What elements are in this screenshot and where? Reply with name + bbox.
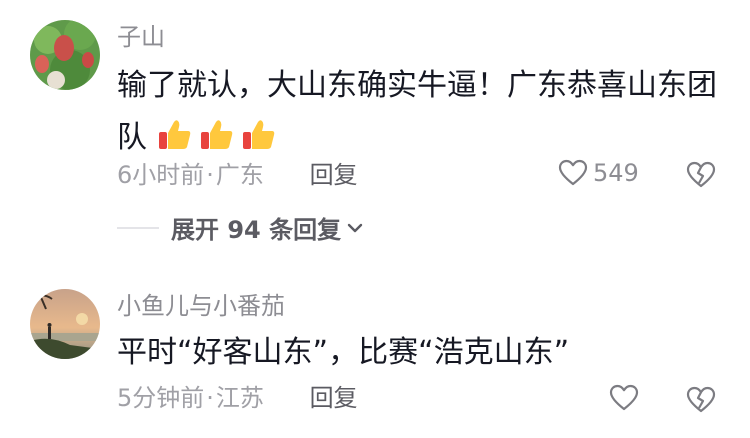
comment-author[interactable]: 小鱼儿与小番茄 (117, 291, 285, 321)
comment-meta: 6小时前·广东 回复 (117, 160, 358, 190)
comment-location: 江苏 (215, 384, 264, 412)
avatar-image (30, 20, 100, 90)
comment-text: 平时“好客山东”，比赛“浩克山东” (117, 335, 570, 370)
comment-location: 广东 (215, 161, 264, 189)
avatar[interactable] (30, 20, 100, 90)
comment-time: 5分钟前 (117, 384, 205, 412)
comment-text: 输了就认，大山东确实牛逼！广东恭喜山东团 队 (117, 60, 717, 164)
meta-separator: · (206, 384, 214, 412)
expand-replies-label: 展开 94 条回复 (171, 216, 342, 244)
comment-text-line: 输了就认，大山东确实牛逼！广东恭喜山东团 (117, 68, 717, 103)
comment-author[interactable]: 子山 (117, 22, 165, 52)
thumbs-up-icon (242, 120, 274, 149)
chevron-down-icon (347, 223, 363, 232)
heart-icon (609, 384, 639, 411)
reply-button[interactable]: 回复 (310, 384, 358, 412)
comment-time: 6小时前 (117, 161, 205, 189)
heart-icon (558, 159, 588, 186)
comment-text-line: 队 (117, 120, 147, 155)
comment-item: 小鱼儿与小番茄 平时“好客山东”，比赛“浩克山东” 5分钟前·江苏 回复 (0, 275, 750, 438)
divider (117, 226, 159, 229)
like-count: 549 (593, 159, 639, 187)
avatar[interactable] (30, 289, 100, 359)
like-button[interactable] (608, 382, 644, 414)
expand-replies-button[interactable]: 展开 94 条回复 (117, 210, 365, 245)
thumbs-up-icon (200, 120, 232, 149)
comment-item: 子山 输了就认，大山东确实牛逼！广东恭喜山东团 队 6小时前·广东 回复 549… (0, 0, 750, 268)
like-button[interactable]: 549 (557, 157, 639, 189)
reply-button[interactable]: 回复 (310, 161, 358, 189)
broken-heart-icon[interactable] (685, 384, 717, 416)
avatar-image (30, 289, 100, 359)
comment-meta: 5分钟前·江苏 回复 (117, 383, 358, 413)
meta-separator: · (206, 161, 214, 189)
broken-heart-icon[interactable] (685, 159, 717, 191)
thumbs-up-icon (158, 120, 190, 149)
